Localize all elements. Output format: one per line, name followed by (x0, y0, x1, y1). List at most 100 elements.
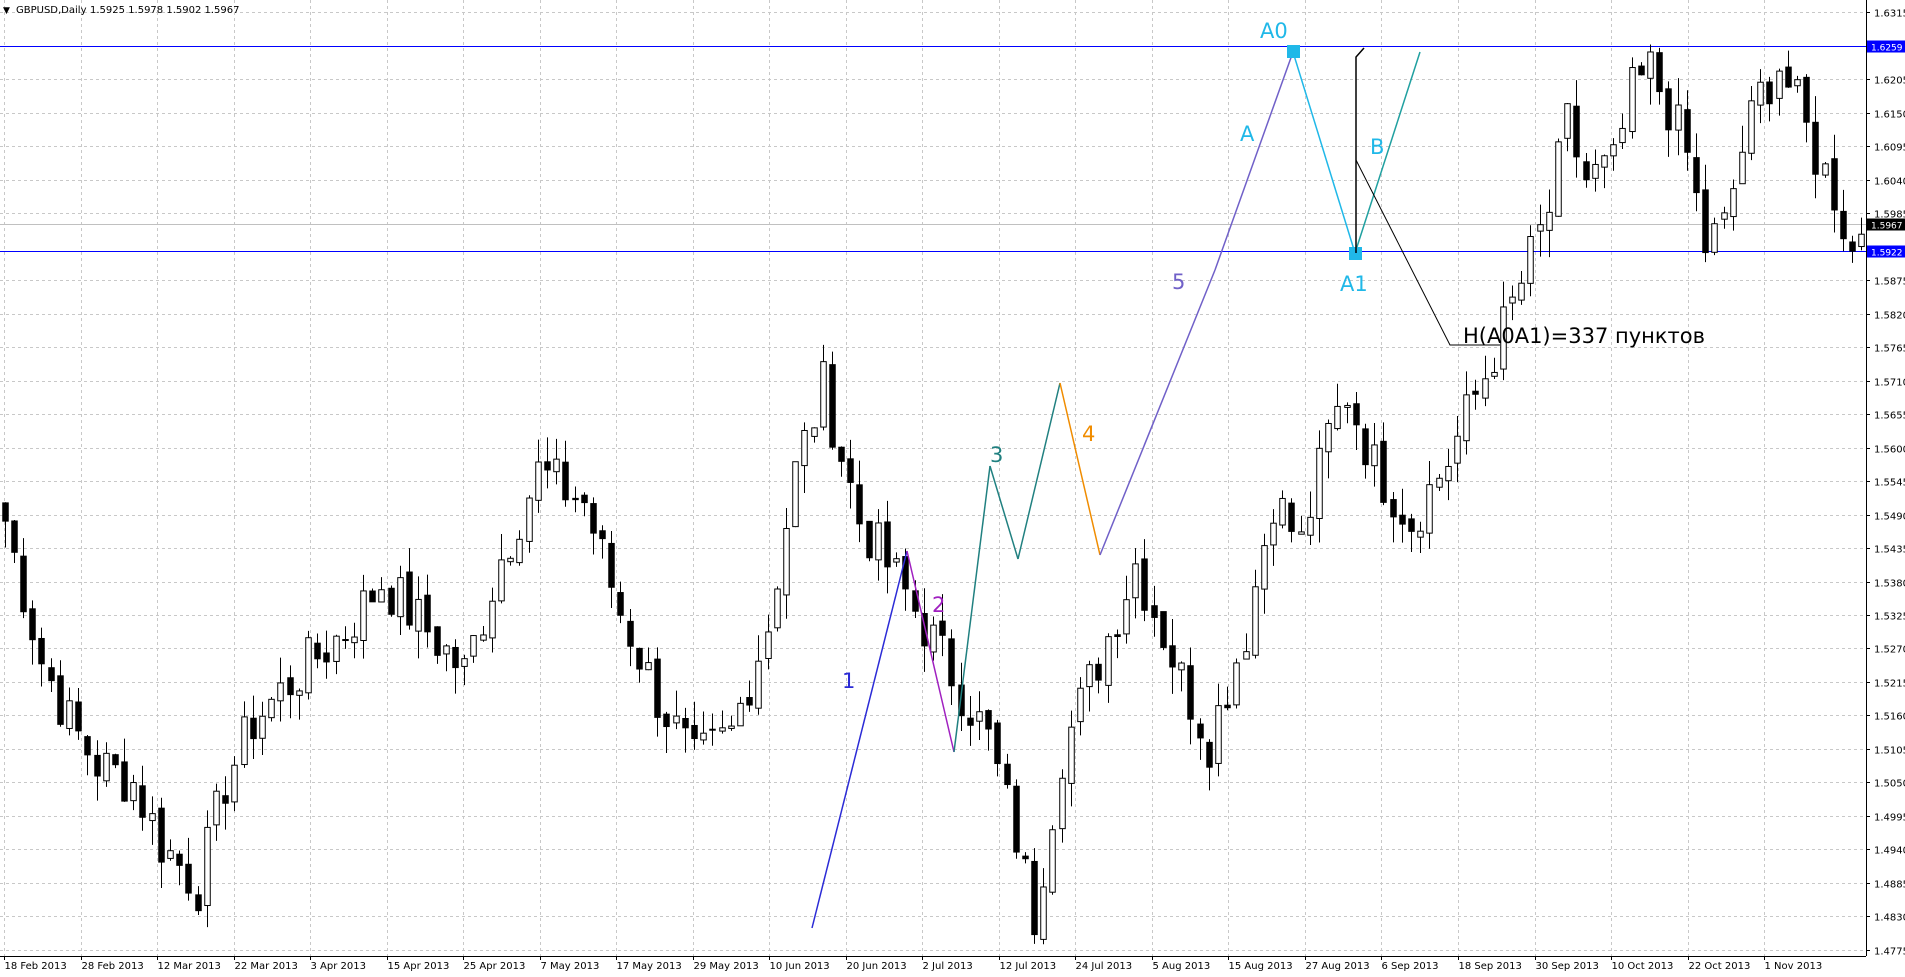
time-tick-label: 20 Jun 2013 (847, 961, 907, 972)
candle-body-bullish (149, 813, 156, 822)
candle-body-bearish (1362, 428, 1369, 466)
candle-body-bullish (103, 752, 110, 782)
candle-body-bullish (1527, 236, 1534, 284)
candle-body-bearish (2, 502, 9, 522)
price-tick-label: 1.5600 (1874, 445, 1905, 456)
candle-body-bullish (296, 690, 303, 696)
plot-area[interactable] (0, 0, 1866, 956)
candle-body-bullish (351, 636, 358, 644)
candle-body-bearish (287, 677, 294, 696)
candle-body-bullish (204, 826, 211, 907)
candle-body-bearish (1831, 158, 1838, 211)
candle-body-bullish (792, 461, 799, 528)
candle-body-bullish (1086, 664, 1093, 688)
candle-body-bullish (1721, 212, 1728, 220)
candle-body-bullish (1059, 777, 1066, 830)
pattern-label-b: B (1370, 135, 1384, 159)
candle-body-bearish (599, 530, 606, 540)
candle-body-bearish (139, 785, 146, 818)
candle-body-bullish (378, 589, 385, 603)
time-tick-label: 10 Oct 2013 (1612, 961, 1674, 972)
candle-body-bearish (424, 594, 431, 633)
candle-body-bullish (443, 645, 450, 655)
candle-body-bearish (1583, 161, 1590, 181)
candle-body-bearish (121, 761, 128, 802)
candle-body-bearish (1141, 558, 1148, 611)
time-tick-label: 1 Nov 2013 (1765, 961, 1823, 972)
price-tick-label: 1.5985 (1874, 210, 1905, 221)
price-tick-label: 1.5105 (1874, 746, 1905, 757)
candle-body-bullish (1068, 726, 1075, 784)
candle-body-bullish (1748, 100, 1755, 154)
candle-body-bullish (1261, 545, 1268, 590)
price-tick-label: 1.5160 (1874, 712, 1905, 723)
wave-label-1: 1 (842, 669, 855, 693)
candle-body-bearish (1013, 785, 1020, 853)
candle-body-bearish (176, 853, 183, 866)
candle-body-bullish (765, 631, 772, 659)
candle-body-bearish (1573, 105, 1580, 158)
candle-body-bearish (452, 646, 459, 669)
time-tick-label: 18 Feb 2013 (5, 961, 67, 972)
candle-body-bearish (1031, 860, 1038, 936)
price-tick-label: 1.6205 (1874, 76, 1905, 87)
chart-window[interactable]: 1.6259 1.5922 1.5967 1.6315 1.6205 1.6150 1.6… (0, 0, 1905, 973)
candle-body-bearish (369, 590, 376, 603)
candle-body-bullish (1601, 155, 1608, 168)
time-tick-label: 12 Mar 2013 (158, 961, 221, 972)
price-chart[interactable]: 1.6259 1.5922 1.5967 1.6315 1.6205 1.6150 1.6… (0, 0, 1905, 973)
candle-body-bullish (820, 361, 827, 428)
candle-body-bearish (406, 571, 413, 626)
candle-body-bearish (1766, 81, 1773, 105)
candle-body-bullish (333, 635, 340, 662)
candle-body-bearish (38, 637, 45, 665)
candle-body-bullish (1344, 404, 1351, 408)
a0-marker-square (1287, 45, 1300, 58)
price-tick-label: 1.5325 (1874, 612, 1905, 623)
candle-body-bullish (1426, 484, 1433, 534)
candle-body-bullish (1858, 233, 1865, 248)
chart-symbol-label: GBPUSD,Daily (16, 5, 87, 16)
time-tick-label: 18 Sep 2013 (1459, 961, 1522, 972)
candle-body-bullish (1436, 477, 1443, 488)
candle-body-bearish (838, 446, 845, 462)
candle-body-bullish (1049, 829, 1056, 893)
candle-body-bullish (268, 698, 275, 719)
time-tick-label: 28 Feb 2013 (82, 961, 144, 972)
candle-body-bullish (1776, 70, 1783, 99)
candle-body-bullish (700, 732, 707, 741)
candle-body-bearish (1206, 741, 1213, 768)
candle-body-bearish (185, 863, 192, 894)
candle-body-bearish (1849, 241, 1856, 252)
time-tick-label: 3 Apr 2013 (311, 961, 366, 972)
wave-label-4: 4 (1082, 422, 1095, 446)
candle-body-bullish (719, 727, 726, 732)
candle-body-bearish (323, 652, 330, 663)
price-tick-label: 1.5435 (1874, 545, 1905, 556)
candle-body-bearish (562, 461, 569, 501)
candle-body-bullish (1316, 447, 1323, 520)
candle-body-bullish (1325, 422, 1332, 453)
collapse-arrow-icon[interactable]: ▼ (3, 6, 10, 16)
candle-body-bearish (112, 754, 119, 766)
pattern-label-a: A (1240, 122, 1255, 146)
price-tick-label: 1.4940 (1874, 846, 1905, 857)
candle-body-bullish (1105, 636, 1112, 686)
candle-body-bullish (553, 458, 560, 473)
candle-body-bearish (866, 520, 873, 559)
candle-body-bullish (480, 634, 487, 641)
candle-body-bearish (388, 587, 395, 615)
candle-body-bullish (737, 702, 744, 727)
candle-body-bullish (1371, 444, 1378, 467)
candle-body-bullish (1546, 211, 1553, 231)
candle-body-bullish (360, 590, 367, 642)
candle-body-bullish (1445, 465, 1452, 482)
candle-body-bullish (1334, 405, 1341, 430)
candle-body-bullish (1509, 296, 1516, 304)
candle-body-bearish (1187, 665, 1194, 720)
candle-body-bearish (1665, 88, 1672, 131)
candle-body-bullish (673, 715, 680, 724)
pattern-label-a1: A1 (1340, 272, 1368, 296)
price-tick-label: 1.6095 (1874, 143, 1905, 154)
candle-body-bullish (1675, 104, 1682, 131)
